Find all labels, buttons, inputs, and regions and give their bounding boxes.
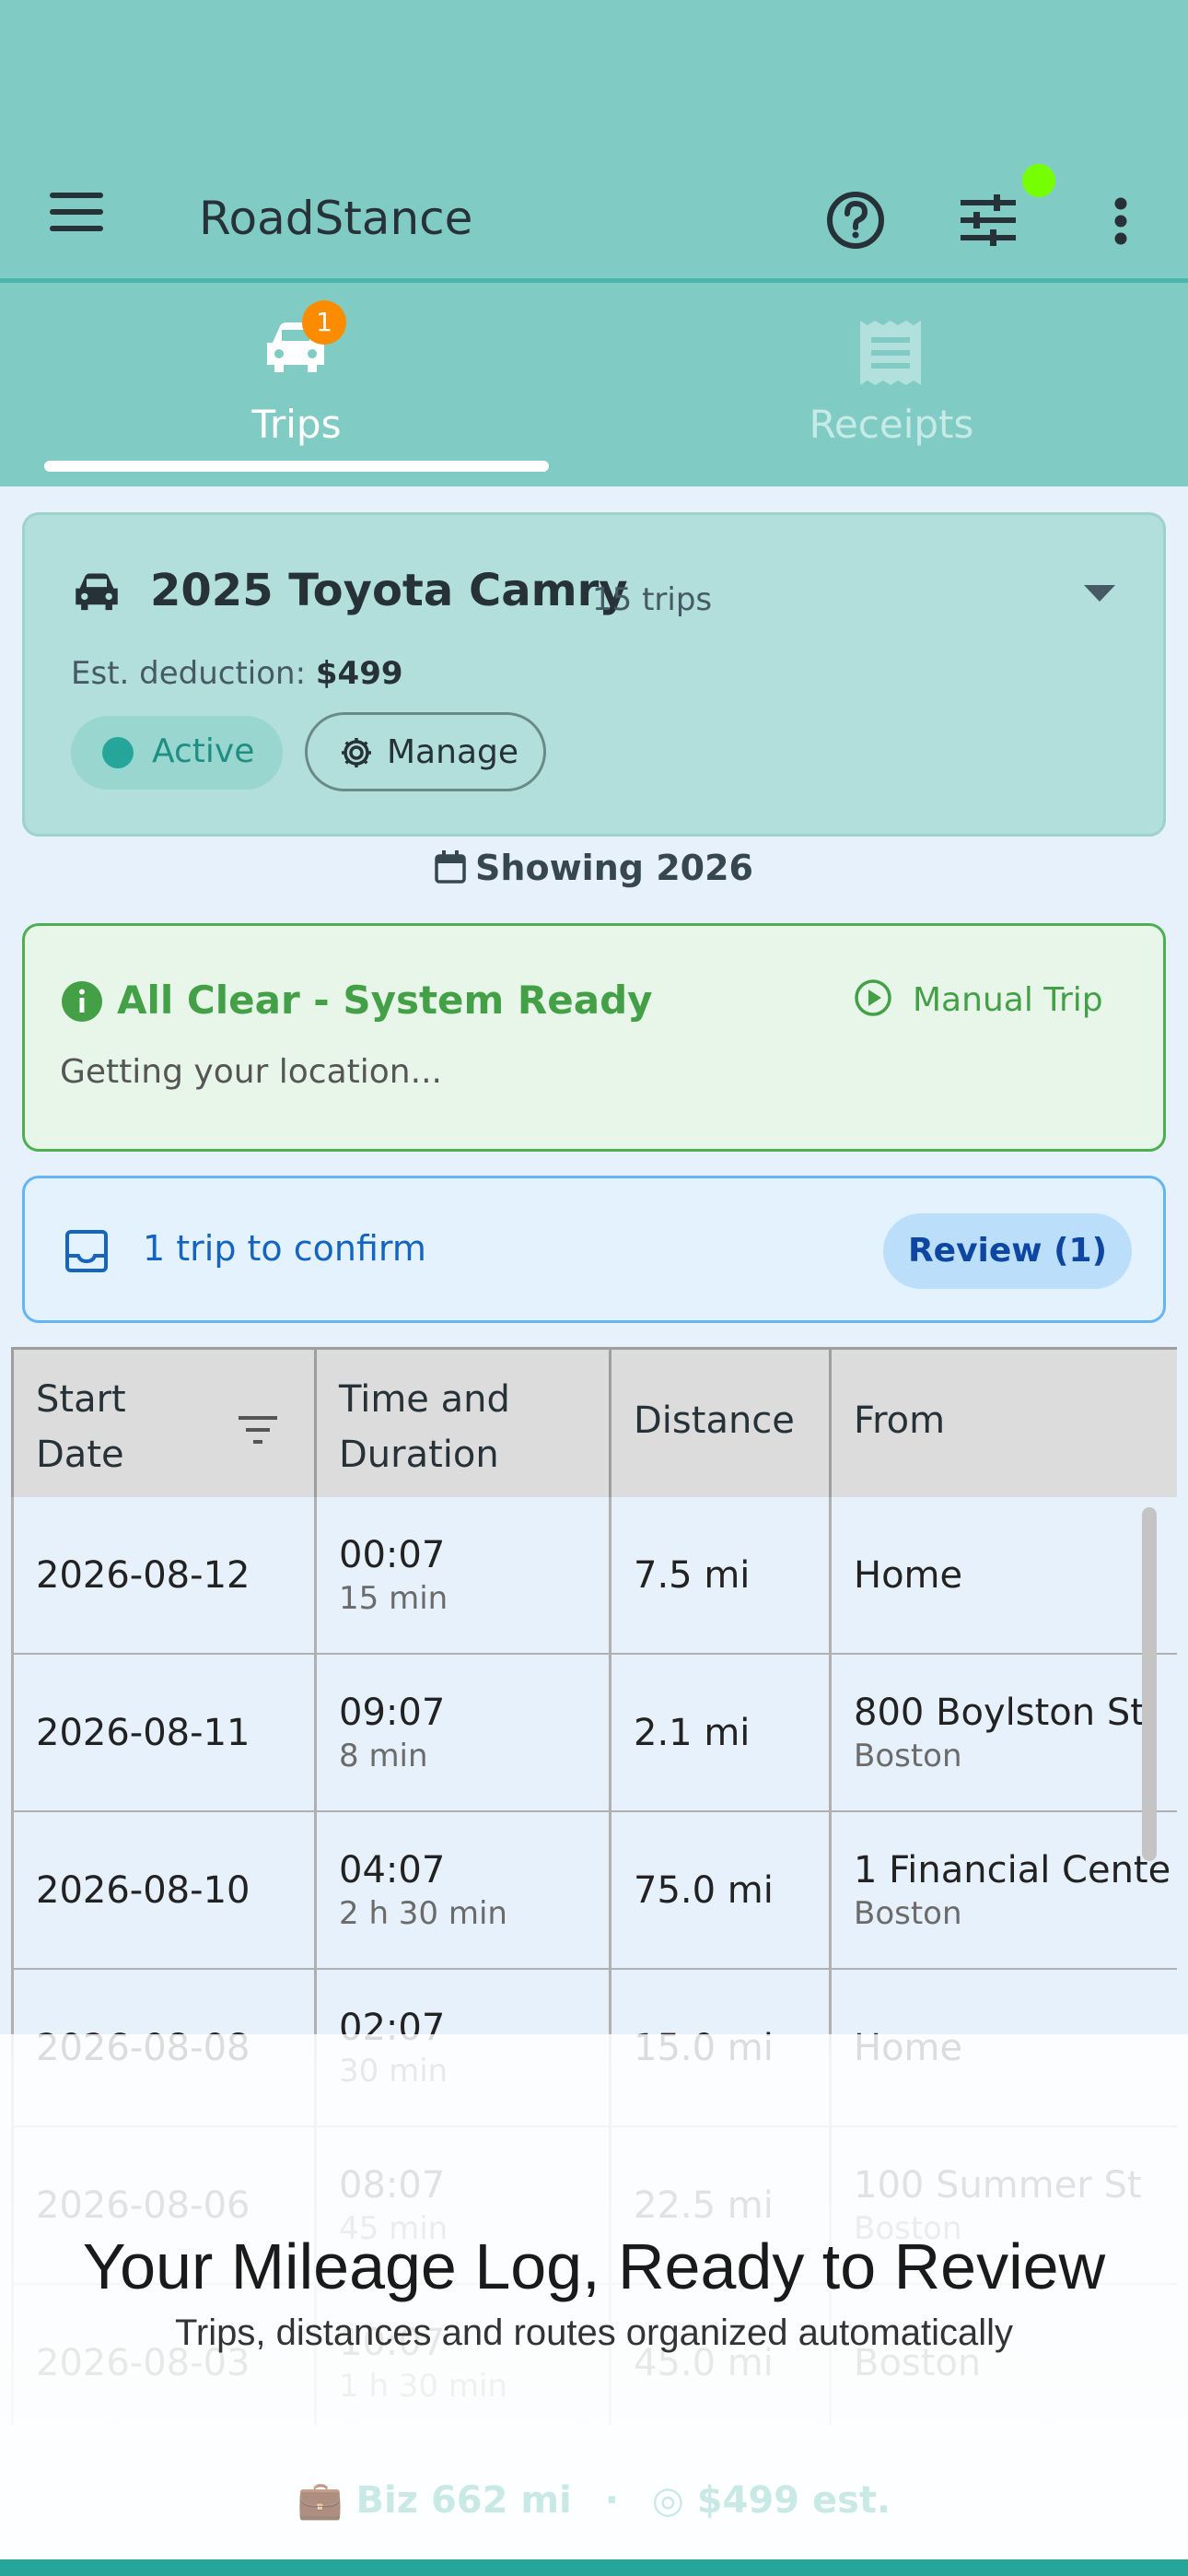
tab-trips[interactable]: Trips <box>22 304 571 470</box>
calendar-icon <box>435 850 466 892</box>
trips-to-confirm-card[interactable]: 1 trip to confirm Review (1) <box>22 1176 1166 1323</box>
distance-header-label: Distance <box>634 1399 795 1442</box>
bottom-nav-bar <box>0 2559 1188 2576</box>
date-cell-value: 2026-08-12 <box>36 1554 250 1597</box>
from-cell-value: Home <box>854 1554 963 1597</box>
distance-cell: 2.1 mi <box>609 1655 832 1813</box>
distance-cell-value: 75.0 mi <box>634 1869 774 1912</box>
info-icon <box>62 981 102 1025</box>
time-cell: 04:07 2 h 30 min <box>314 1812 611 1971</box>
column-header-from[interactable]: From <box>829 1347 1177 1500</box>
from-cell: 800 Boylston St Boston <box>829 1655 1177 1813</box>
status-message: Getting your location... <box>60 1053 442 1091</box>
from-cell: Home <box>829 1497 1177 1656</box>
column-header-time-duration[interactable]: Time and Duration <box>314 1347 611 1500</box>
vehicle-name: 2025 Toyota Camry <box>150 565 628 616</box>
manage-button[interactable]: Manage <box>305 712 546 791</box>
from-cell-value: 1 Financial Cente <box>854 1849 1171 1891</box>
app-bar: RoadStance Trips 1 Receipts <box>0 0 1188 486</box>
chevron-down-icon[interactable] <box>1084 585 1115 605</box>
active-status-label: Active <box>152 732 255 770</box>
system-status-card: All Clear - System Ready Manual Trip Get… <box>22 923 1166 1152</box>
menu-icon[interactable] <box>37 184 116 240</box>
tab-indicator <box>44 461 549 472</box>
start-date-header-label: Start Date <box>36 1378 126 1476</box>
date-cell-value: 2026-08-10 <box>36 1869 250 1912</box>
date-cell: 2026-08-11 <box>11 1655 317 1813</box>
estimated-deduction: Est. deduction: $499 <box>71 655 403 692</box>
time-cell-secondary: 2 h 30 min <box>339 1895 507 1932</box>
time-cell: 09:07 8 min <box>314 1655 611 1813</box>
time-header-label: Time and Duration <box>339 1378 510 1476</box>
time-cell-value: 00:07 <box>339 1534 446 1576</box>
more-options-icon[interactable] <box>1105 193 1136 249</box>
distance-cell-value: 7.5 mi <box>634 1554 751 1597</box>
column-header-start-date[interactable]: Start Date <box>11 1347 317 1500</box>
inbox-icon <box>65 1230 108 1276</box>
date-cell-value: 2026-08-11 <box>36 1712 250 1754</box>
live-status-dot <box>1022 164 1055 197</box>
manual-trip-button[interactable]: Manual Trip <box>854 972 1103 1027</box>
active-status-chip[interactable]: Active <box>71 716 283 790</box>
from-cell-secondary: Boston <box>854 1895 962 1932</box>
summary-stats: 💼 Biz 662 mi · ◎ $499 est. <box>0 2478 1188 2522</box>
stats-separator: · <box>604 2479 619 2522</box>
status-title: All Clear - System Ready <box>117 978 653 1023</box>
piggy-bank-icon: ◎ <box>651 2479 684 2522</box>
estimate-amount: $499 est. <box>696 2479 891 2522</box>
promo-subtitle: Trips, distances and routes organized au… <box>174 2313 1014 2353</box>
vehicle-card[interactable]: 2025 Toyota Camry 15 trips Est. deductio… <box>22 512 1166 837</box>
time-cell-value: 09:07 <box>339 1692 446 1734</box>
app-title: RoadStance <box>199 192 473 245</box>
help-icon[interactable] <box>825 190 886 251</box>
from-cell-secondary: Boston <box>854 1738 962 1774</box>
date-cell: 2026-08-10 <box>11 1812 317 1971</box>
gear-icon <box>339 735 374 774</box>
filter-settings-icon[interactable] <box>958 192 1019 249</box>
receipt-icon <box>860 321 921 389</box>
tab-receipts[interactable]: Receipts <box>617 304 1166 470</box>
app-bar-divider <box>0 278 1188 283</box>
deduction-label: Est. deduction: <box>71 655 307 692</box>
distance-cell: 75.0 mi <box>609 1812 832 1971</box>
year-filter[interactable]: Showing 2026 <box>0 848 1188 892</box>
sort-filter-icon[interactable] <box>239 1411 277 1453</box>
play-icon <box>854 978 892 1021</box>
table-scrollbar[interactable] <box>1142 1507 1157 1861</box>
business-miles: Biz 662 mi <box>355 2479 572 2522</box>
briefcase-icon: 💼 <box>297 2479 344 2522</box>
review-button[interactable]: Review (1) <box>883 1213 1132 1289</box>
trips-badge: 1 <box>302 300 346 345</box>
confirm-text: 1 trip to confirm <box>143 1228 426 1269</box>
from-cell: 1 Financial Cente Boston <box>829 1812 1177 1971</box>
from-header-label: From <box>854 1399 946 1442</box>
distance-cell-value: 2.1 mi <box>634 1712 751 1754</box>
column-header-distance[interactable]: Distance <box>609 1347 832 1500</box>
time-cell-secondary: 15 min <box>339 1580 448 1617</box>
tab-receipts-label: Receipts <box>809 402 974 447</box>
active-dot-icon <box>102 737 134 768</box>
manage-label: Manage <box>387 733 518 771</box>
promo-title: Your Mileage Log, Ready to Review <box>82 2231 1106 2302</box>
manual-trip-label: Manual Trip <box>913 980 1103 1019</box>
from-cell-value: 800 Boylston St <box>854 1692 1145 1734</box>
tab-trips-label: Trips <box>251 402 342 447</box>
time-cell-secondary: 8 min <box>339 1738 428 1774</box>
showing-label: Showing 2026 <box>475 848 753 888</box>
vehicle-car-icon <box>73 572 121 616</box>
distance-cell: 7.5 mi <box>609 1497 832 1656</box>
vehicle-trip-count: 15 trips <box>592 581 713 618</box>
time-cell-value: 04:07 <box>339 1849 446 1891</box>
time-cell: 00:07 15 min <box>314 1497 611 1656</box>
date-cell: 2026-08-12 <box>11 1497 317 1656</box>
deduction-value: $499 <box>315 655 403 692</box>
